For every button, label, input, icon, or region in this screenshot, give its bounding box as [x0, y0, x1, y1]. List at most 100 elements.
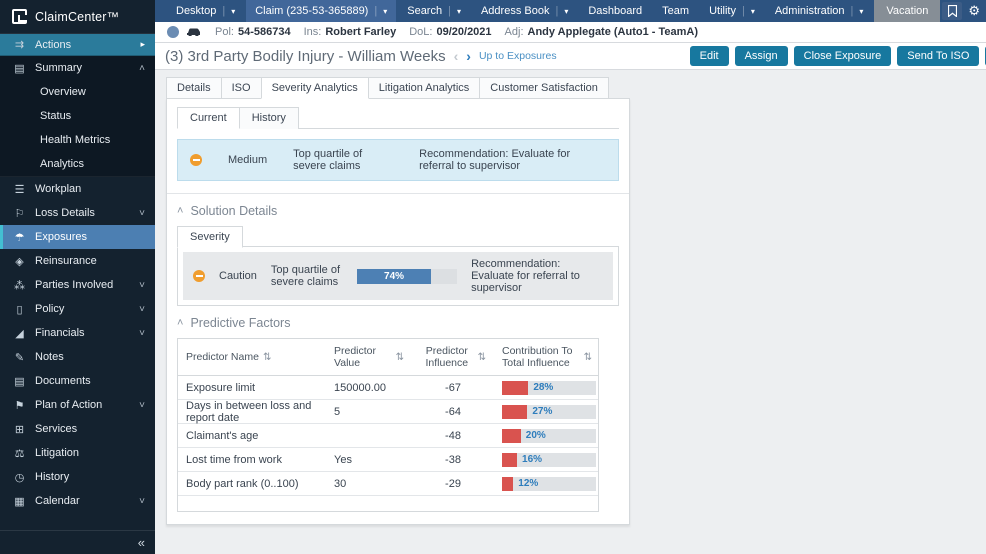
nav-tab-label: Search — [407, 5, 443, 17]
sidebar-item-actions[interactable]: ⇉ Actions ▸ — [0, 34, 155, 56]
sidebar-item-plan-of-action[interactable]: ⚑ Plan of Action ˅ — [0, 393, 155, 417]
section-title: Predictive Factors — [190, 316, 291, 330]
up-to-exposures-link[interactable]: Up to Exposures — [479, 50, 557, 62]
sort-icon[interactable]: ⇅ — [263, 352, 271, 363]
tab-customer-satisfaction[interactable]: Customer Satisfaction — [479, 77, 609, 99]
sidebar-item-documents[interactable]: ▤ Documents — [0, 369, 155, 393]
sidebar-item-loss-details[interactable]: ⚐ Loss Details ˅ — [0, 201, 155, 225]
previous-exposure-icon[interactable]: ‹ — [454, 48, 459, 64]
nav-tab-vacation[interactable]: Vacation — [874, 0, 941, 22]
edit-button[interactable]: Edit — [689, 46, 729, 66]
predictive-factors-header[interactable]: ˄ Predictive Factors — [177, 316, 619, 330]
bookmark-icon[interactable] — [942, 2, 963, 20]
sidebar-item-policy[interactable]: ▯ Policy ˅ — [0, 297, 155, 321]
sidebar-item-notes[interactable]: ✎ Notes — [0, 345, 155, 369]
column-header-predictor-influence[interactable]: Predictor Influence ⇅ — [412, 339, 494, 375]
tab-severity[interactable]: Severity — [177, 226, 243, 248]
adjuster-name: Adj: Andy Applegate (Auto1 - TeamA) — [504, 26, 699, 38]
nav-tab-claim[interactable]: Claim (235-53-365889) | ▾ — [246, 0, 397, 22]
sidebar-item-label: Analytics — [40, 158, 85, 170]
column-header-predictor-value[interactable]: Predictor Value ⇅ — [326, 339, 412, 375]
nav-tab-administration[interactable]: Administration | ▾ — [766, 0, 873, 22]
collapse-sidebar-icon[interactable]: « — [138, 535, 145, 550]
claimcenter-logo-icon — [12, 9, 27, 24]
solution-details-header[interactable]: ˄ Solution Details — [177, 204, 619, 218]
table-row[interactable]: Lost time from work Yes -38 16% — [178, 448, 598, 472]
table-row[interactable]: Claimant's age -48 20% — [178, 424, 598, 448]
contribution-percent: 12% — [518, 478, 539, 489]
date-of-loss: DoL: 09/20/2021 — [409, 26, 492, 38]
sidebar-item-litigation[interactable]: ⚖ Litigation — [0, 441, 155, 465]
app-title: ClaimCenter™ — [35, 9, 120, 24]
sidebar-item-label: Exposures — [35, 231, 87, 243]
tab-details[interactable]: Details — [166, 77, 222, 99]
chevron-down-icon: ▾ — [859, 6, 864, 16]
sidebar-item-reinsurance[interactable]: ◈ Reinsurance — [0, 249, 155, 273]
header-buttons: Edit Assign Close Exposure Send To ISO R… — [689, 46, 986, 66]
column-header-contribution[interactable]: Contribution To Total Influence ⇅ — [494, 339, 600, 375]
nav-tab-utility[interactable]: Utility | ▾ — [700, 0, 764, 22]
predictor-name: Lost time from work — [186, 453, 282, 466]
assign-button[interactable]: Assign — [734, 46, 788, 66]
sort-icon[interactable]: ⇅ — [396, 352, 404, 363]
nav-tab-label: Team — [662, 5, 690, 17]
nav-tab-dashboard[interactable]: Dashboard — [579, 0, 651, 22]
financials-icon: ◢ — [15, 327, 24, 340]
top-navigation: Desktop | ▾ Claim (235-53-365889) | ▾ Search… — [155, 0, 986, 22]
sidebar-item-financials[interactable]: ◢ Financials ˅ — [0, 321, 155, 345]
sidebar-item-label: Plan of Action — [35, 399, 103, 411]
next-exposure-icon[interactable]: › — [466, 48, 471, 64]
nav-tab-search[interactable]: Search | ▾ — [398, 0, 470, 22]
contribution-bar-fill — [502, 404, 528, 419]
sidebar-item-overview[interactable]: Overview — [0, 80, 155, 104]
gear-icon[interactable]: ⚙ — [968, 3, 980, 19]
sidebar-item-summary[interactable]: ▤ Summary ˄ — [0, 56, 155, 80]
policy-number: Pol: 54-586734 — [215, 26, 291, 38]
table-row[interactable]: Body part rank (0..100) 30 -29 12% — [178, 472, 598, 496]
sidebar-item-analytics[interactable]: Analytics — [0, 152, 155, 176]
sidebar-item-exposures[interactable]: ☂ Exposures — [0, 225, 155, 249]
notes-icon: ✎ — [14, 351, 25, 364]
close-exposure-button[interactable]: Close Exposure — [793, 46, 892, 66]
table-row[interactable]: Exposure limit 150000.00 -67 28% — [178, 376, 598, 400]
claim-info-bar: Pol: 54-586734 Ins: Robert Farley DoL: 0… — [155, 22, 986, 43]
chevron-up-icon: ˄ — [177, 317, 184, 329]
nav-tab-team[interactable]: Team — [653, 0, 698, 22]
predictor-name: Body part rank (0..100) — [186, 477, 299, 490]
nav-tab-desktop[interactable]: Desktop | ▾ — [167, 0, 244, 22]
sidebar-item-calendar[interactable]: ▦ Calendar ˅ — [0, 489, 155, 513]
sidebar-item-parties-involved[interactable]: ⁂ Parties Involved ˅ — [0, 273, 155, 297]
severity-analytics-panel: Current History Medium Top quartile of s… — [166, 98, 630, 525]
sidebar-item-health-metrics[interactable]: Health Metrics — [0, 128, 155, 152]
subtab-current[interactable]: Current — [177, 107, 240, 129]
nav-tab-label: Dashboard — [588, 5, 643, 17]
send-to-iso-button[interactable]: Send To ISO — [897, 46, 980, 66]
severity-banner: Medium Top quartile of severe claims Rec… — [177, 139, 619, 181]
caution-row: Caution Top quartile of severe claims 74… — [183, 252, 613, 300]
column-header-predictor-name[interactable]: Predictor Name ⇅ — [178, 339, 326, 375]
loss-details-icon: ⚐ — [14, 207, 25, 220]
tab-iso[interactable]: ISO — [220, 77, 262, 99]
sidebar-item-workplan[interactable]: ☰ Workplan — [0, 177, 155, 201]
sidebar-item-status[interactable]: Status — [0, 104, 155, 128]
sort-icon[interactable]: ⇅ — [478, 352, 486, 363]
chevron-up-icon: ˄ — [177, 205, 184, 217]
tab-litigation-analytics[interactable]: Litigation Analytics — [367, 77, 481, 99]
sort-icon[interactable]: ⇅ — [584, 352, 592, 363]
chevron-down-icon: ˅ — [139, 327, 145, 339]
contribution-bar: 20% — [502, 428, 596, 443]
services-icon: ⊞ — [14, 423, 25, 436]
subtab-history[interactable]: History — [238, 107, 299, 129]
sidebar-item-services[interactable]: ⊞ Services — [0, 417, 155, 441]
tab-severity-analytics[interactable]: Severity Analytics — [260, 77, 369, 99]
nav-tab-address-book[interactable]: Address Book | ▾ — [472, 0, 577, 22]
predictive-factors-table: Predictor Name ⇅ Predictor Value ⇅ Predict… — [177, 338, 599, 512]
sidebar-item-label: Summary — [35, 62, 83, 74]
table-row[interactable]: Days in between loss and report date 5 -… — [178, 400, 598, 424]
sidebar-item-history[interactable]: ◷ History — [0, 465, 155, 489]
predictor-value: 5 — [334, 405, 341, 418]
table-header-row: Predictor Name ⇅ Predictor Value ⇅ Predict… — [178, 339, 598, 376]
contribution-bar-fill — [502, 428, 521, 443]
severity-score-bar: 74% — [357, 268, 458, 284]
sidebar-item-label: Calendar — [35, 495, 80, 507]
